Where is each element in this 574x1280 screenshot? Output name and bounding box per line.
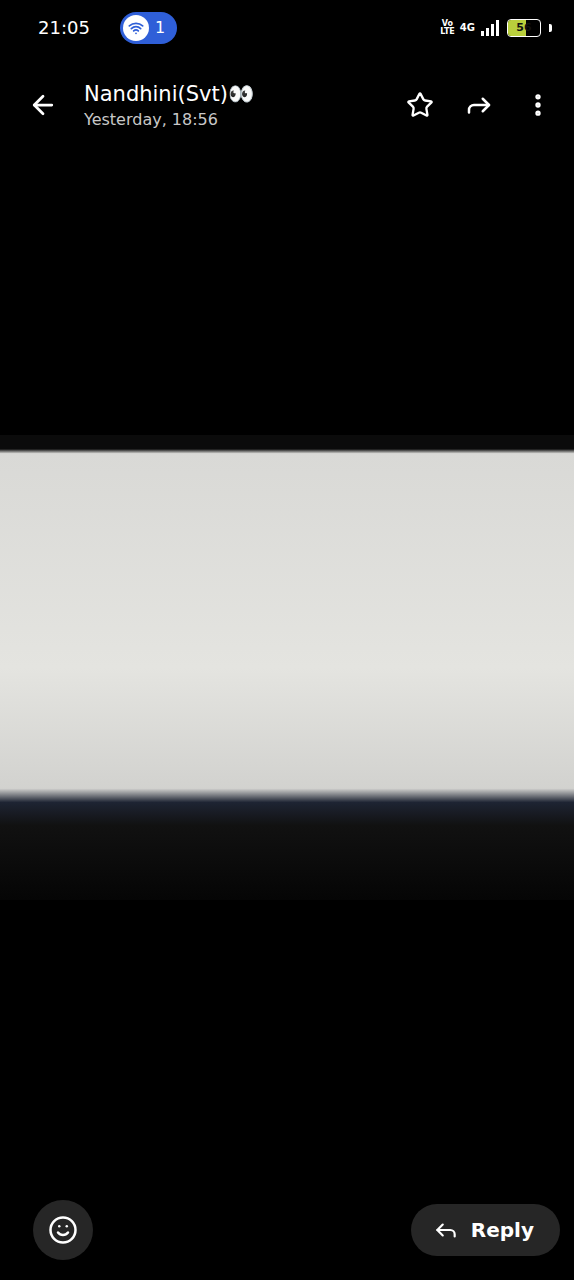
network-type: 4G bbox=[460, 22, 475, 33]
back-icon[interactable] bbox=[24, 86, 62, 124]
reply-button[interactable]: Reply bbox=[411, 1204, 560, 1256]
clock: 21:05 bbox=[38, 17, 90, 38]
more-icon[interactable] bbox=[520, 87, 556, 123]
forward-icon[interactable] bbox=[460, 86, 498, 124]
battery-icon: 56 bbox=[507, 19, 541, 37]
contact-name: Nandhini(Svt)👀 bbox=[84, 82, 380, 106]
photo[interactable] bbox=[0, 435, 574, 900]
smile-icon bbox=[48, 1215, 78, 1245]
header: Nandhini(Svt)👀 Yesterday, 18:56 bbox=[0, 55, 574, 155]
notification-count: 1 bbox=[155, 18, 165, 37]
signal-icon bbox=[480, 20, 502, 36]
reply-icon bbox=[433, 1217, 459, 1243]
battery-level: 56 bbox=[516, 21, 531, 34]
status-bar: 21:05 1 VoLTE 4G 56 bbox=[0, 0, 574, 55]
emoji-button[interactable] bbox=[33, 1200, 93, 1260]
timestamp: Yesterday, 18:56 bbox=[84, 110, 380, 129]
footer: Reply bbox=[0, 1180, 574, 1280]
reply-label: Reply bbox=[471, 1218, 534, 1242]
wifi-icon bbox=[123, 15, 149, 41]
media-area bbox=[0, 155, 574, 1180]
volte-indicator: VoLTE bbox=[440, 20, 455, 36]
media-viewer: 21:05 1 VoLTE 4G 56 Nandhini(Svt)👀 Yesterday, … bbox=[0, 0, 574, 1280]
hotspot-pill[interactable]: 1 bbox=[120, 12, 177, 44]
star-icon[interactable] bbox=[402, 87, 438, 123]
sender-info: Nandhini(Svt)👀 Yesterday, 18:56 bbox=[84, 82, 380, 129]
